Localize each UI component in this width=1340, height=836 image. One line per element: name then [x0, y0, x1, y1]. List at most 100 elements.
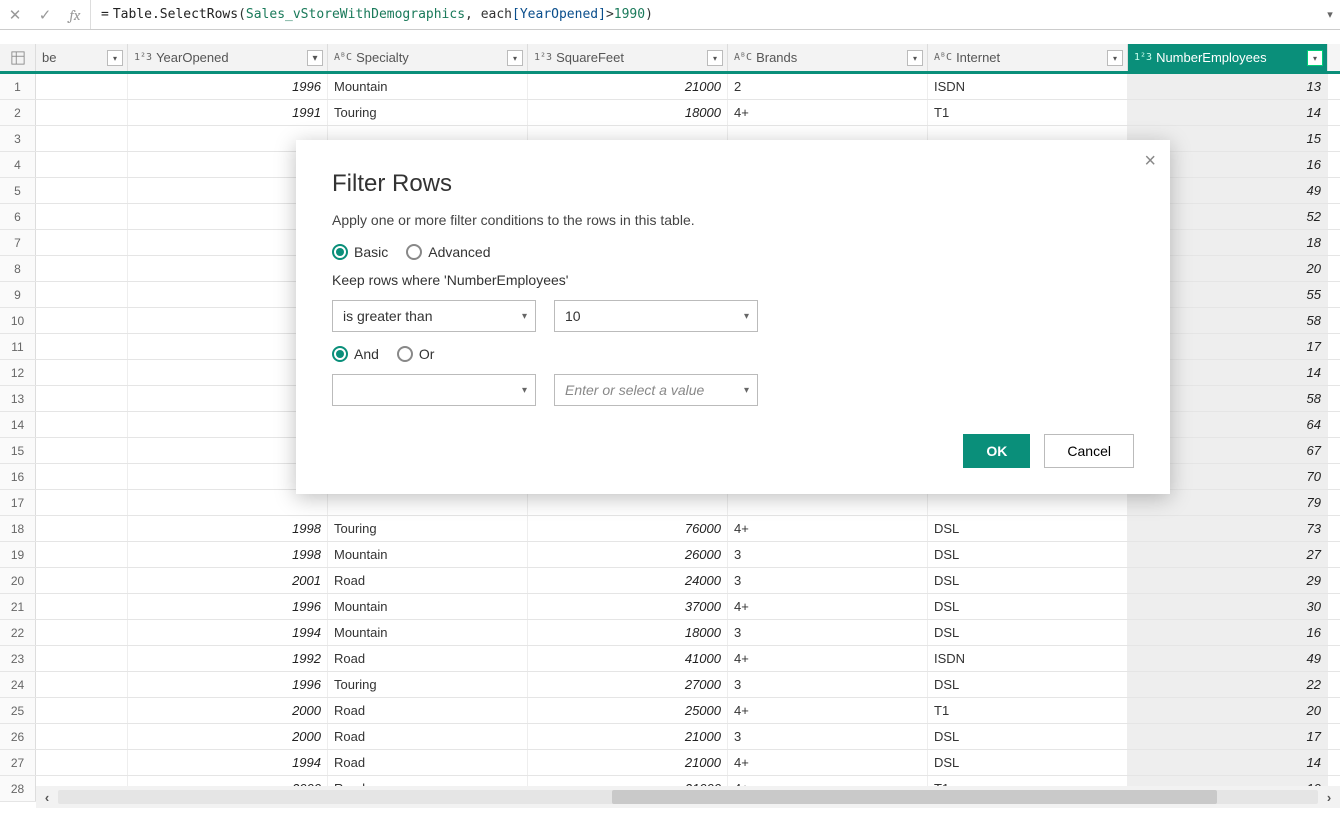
column-dropdown-icon[interactable]: ▾: [507, 50, 523, 66]
cell[interactable]: [36, 100, 128, 125]
cell-yearopened[interactable]: 1994: [128, 750, 328, 775]
scroll-right-icon[interactable]: ›: [1318, 786, 1340, 808]
cell-squarefeet[interactable]: 76000: [528, 516, 728, 541]
table-row[interactable]: 271994Road210004+DSL14: [0, 750, 1340, 776]
radio-and[interactable]: And: [332, 346, 379, 362]
formula-cancel-button[interactable]: ✕: [0, 1, 30, 29]
cell-yearopened[interactable]: 1991: [128, 100, 328, 125]
table-corner-icon[interactable]: [0, 44, 36, 71]
cell-numberemployees[interactable]: 14: [1128, 750, 1328, 775]
cell-specialty[interactable]: Mountain: [328, 594, 528, 619]
cell[interactable]: [36, 698, 128, 723]
cell-brands[interactable]: 2: [728, 74, 928, 99]
cell-internet[interactable]: DSL: [928, 568, 1128, 593]
cell-squarefeet[interactable]: 37000: [528, 594, 728, 619]
cell-internet[interactable]: DSL: [928, 542, 1128, 567]
cell-yearopened[interactable]: 1996: [128, 74, 328, 99]
cell[interactable]: [36, 256, 128, 281]
column-header-squarefeet[interactable]: 1²3 SquareFeet ▾: [528, 44, 728, 71]
scroll-track[interactable]: [58, 790, 1318, 804]
cell[interactable]: [36, 438, 128, 463]
cell[interactable]: [36, 74, 128, 99]
scroll-thumb[interactable]: [612, 790, 1217, 804]
cell[interactable]: [36, 126, 128, 151]
radio-advanced[interactable]: Advanced: [406, 244, 490, 260]
cell-yearopened[interactable]: 2000: [128, 724, 328, 749]
cell[interactable]: [36, 412, 128, 437]
table-row[interactable]: 191998Mountain260003DSL27: [0, 542, 1340, 568]
value-input-2[interactable]: Enter or select a value ▾: [554, 374, 758, 406]
cell-squarefeet[interactable]: 21000: [528, 724, 728, 749]
cell-internet[interactable]: T1: [928, 698, 1128, 723]
column-header-specialty[interactable]: AᴮC Specialty ▾: [328, 44, 528, 71]
cell[interactable]: [36, 308, 128, 333]
column-dropdown-icon[interactable]: ▾: [707, 50, 723, 66]
cell[interactable]: [36, 282, 128, 307]
column-header-numberemployees[interactable]: 1²3 NumberEmployees ▾: [1128, 44, 1328, 71]
cell-yearopened[interactable]: 2001: [128, 568, 328, 593]
cell-yearopened[interactable]: 1992: [128, 646, 328, 671]
cell[interactable]: [36, 464, 128, 489]
horizontal-scrollbar[interactable]: ‹ ›: [36, 786, 1340, 808]
column-header-internet[interactable]: AᴮC Internet ▾: [928, 44, 1128, 71]
cell-squarefeet[interactable]: 18000: [528, 100, 728, 125]
cell-brands[interactable]: 4+: [728, 646, 928, 671]
cell-brands[interactable]: 3: [728, 724, 928, 749]
cell-internet[interactable]: DSL: [928, 620, 1128, 645]
cell-internet[interactable]: T1: [928, 100, 1128, 125]
cell[interactable]: [36, 750, 128, 775]
cell[interactable]: [36, 360, 128, 385]
cell-internet[interactable]: DSL: [928, 750, 1128, 775]
formula-confirm-button[interactable]: ✓: [30, 1, 60, 29]
cell-yearopened[interactable]: 1998: [128, 516, 328, 541]
cell-squarefeet[interactable]: 24000: [528, 568, 728, 593]
cell[interactable]: [36, 620, 128, 645]
table-row[interactable]: 11996Mountain210002ISDN13: [0, 74, 1340, 100]
radio-or[interactable]: Or: [397, 346, 435, 362]
cell-numberemployees[interactable]: 14: [1128, 100, 1328, 125]
cell-internet[interactable]: DSL: [928, 594, 1128, 619]
table-row[interactable]: 202001Road240003DSL29: [0, 568, 1340, 594]
cell-specialty[interactable]: Touring: [328, 516, 528, 541]
cell-brands[interactable]: 4+: [728, 698, 928, 723]
cell-squarefeet[interactable]: 27000: [528, 672, 728, 697]
cell-brands[interactable]: 3: [728, 672, 928, 697]
cell-internet[interactable]: DSL: [928, 724, 1128, 749]
cell-numberemployees[interactable]: 17: [1128, 724, 1328, 749]
column-header-partial[interactable]: be ▾: [36, 44, 128, 71]
formula-input[interactable]: = Table.SelectRows ( Sales_vStoreWithDem…: [90, 0, 1320, 29]
cell-brands[interactable]: 4+: [728, 750, 928, 775]
cell-specialty[interactable]: Road: [328, 646, 528, 671]
fx-icon[interactable]: fx: [60, 1, 90, 29]
table-row[interactable]: 252000Road250004+T120: [0, 698, 1340, 724]
cell-yearopened[interactable]: 1996: [128, 672, 328, 697]
cell-squarefeet[interactable]: 25000: [528, 698, 728, 723]
radio-basic[interactable]: Basic: [332, 244, 388, 260]
column-dropdown-icon[interactable]: ▾: [107, 50, 123, 66]
column-filter-icon[interactable]: ▾: [307, 50, 323, 66]
table-row[interactable]: 262000Road210003DSL17: [0, 724, 1340, 750]
cell[interactable]: [36, 178, 128, 203]
column-dropdown-icon[interactable]: ▾: [1307, 50, 1323, 66]
cell-specialty[interactable]: Road: [328, 698, 528, 723]
cell[interactable]: [36, 646, 128, 671]
scroll-left-icon[interactable]: ‹: [36, 786, 58, 808]
cell-yearopened[interactable]: 2000: [128, 698, 328, 723]
cell-specialty[interactable]: Mountain: [328, 74, 528, 99]
cell-squarefeet[interactable]: 21000: [528, 74, 728, 99]
cell-brands[interactable]: 4+: [728, 100, 928, 125]
table-row[interactable]: 241996Touring270003DSL22: [0, 672, 1340, 698]
cell-numberemployees[interactable]: 29: [1128, 568, 1328, 593]
cell-specialty[interactable]: Touring: [328, 100, 528, 125]
value-input-1[interactable]: 10 ▾: [554, 300, 758, 332]
cell[interactable]: [36, 594, 128, 619]
cell-specialty[interactable]: Touring: [328, 672, 528, 697]
table-row[interactable]: 231992Road410004+ISDN49: [0, 646, 1340, 672]
cell-specialty[interactable]: Mountain: [328, 620, 528, 645]
cell-specialty[interactable]: Road: [328, 750, 528, 775]
cell-squarefeet[interactable]: 41000: [528, 646, 728, 671]
cell[interactable]: [36, 724, 128, 749]
cell-numberemployees[interactable]: 22: [1128, 672, 1328, 697]
cell-numberemployees[interactable]: 30: [1128, 594, 1328, 619]
cell-specialty[interactable]: Road: [328, 568, 528, 593]
